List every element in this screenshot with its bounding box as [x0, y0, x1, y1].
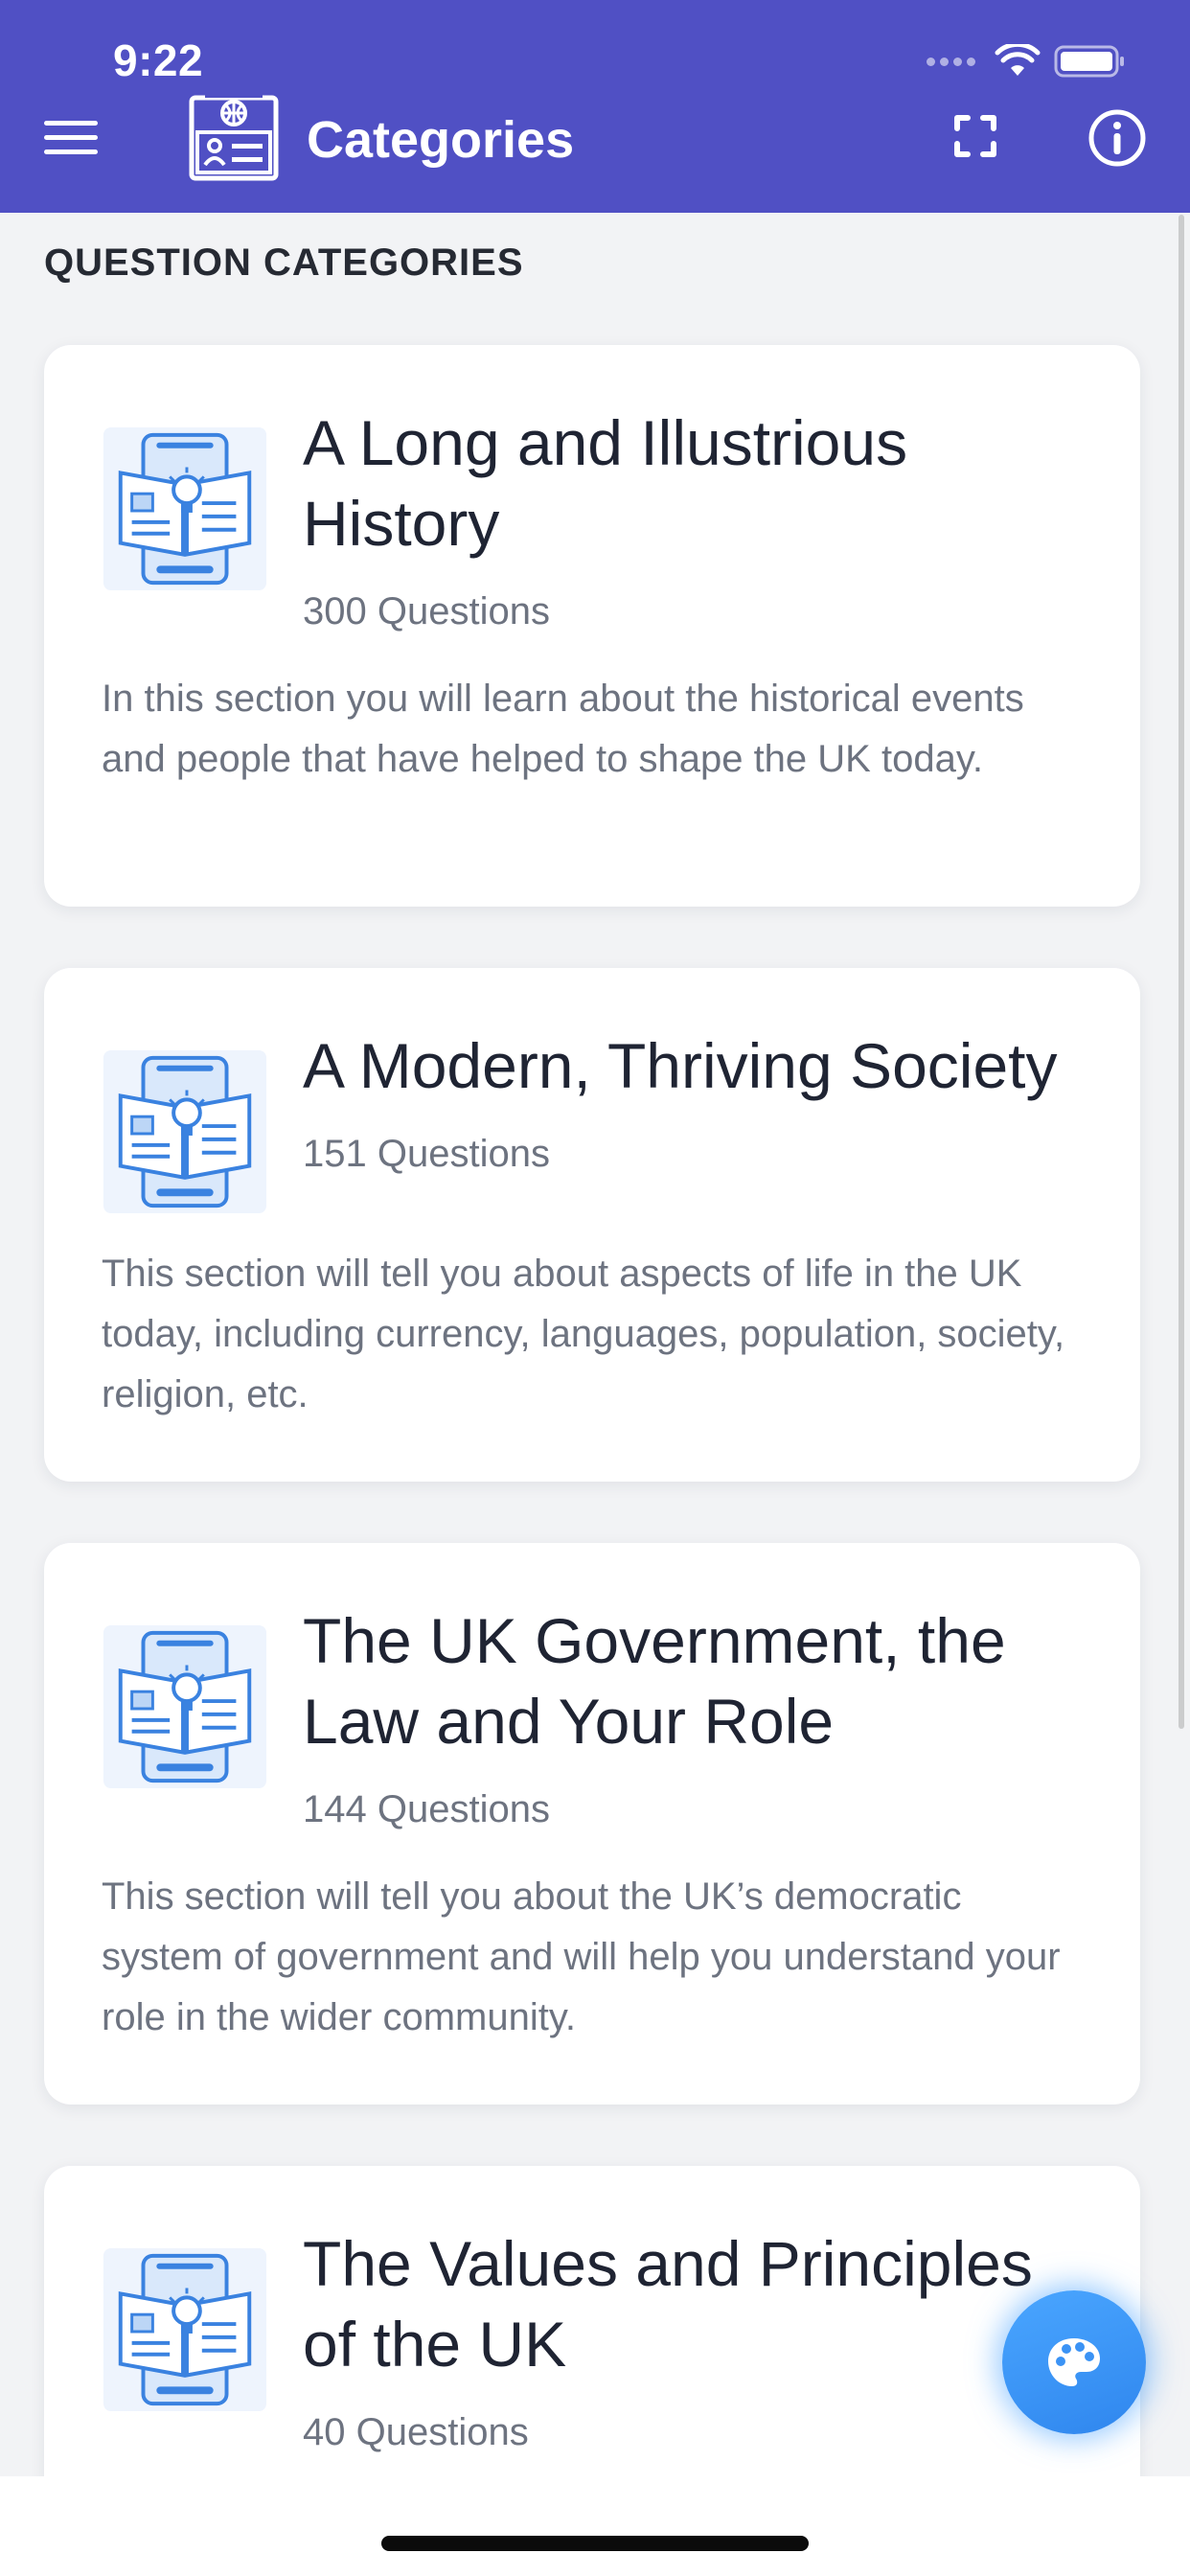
- category-question-count: 40 Questions: [303, 2411, 529, 2453]
- category-description: This section will tell you about the UK’…: [102, 1875, 1061, 2038]
- signal-icon: [927, 57, 975, 66]
- category-card[interactable]: A Modern, Thriving Society 151 Questions…: [44, 968, 1140, 1482]
- status-time: 9:22: [113, 35, 204, 85]
- wifi-icon: [995, 44, 1041, 76]
- scrollbar[interactable]: [1179, 215, 1184, 1729]
- book-lightbulb-icon: [103, 426, 267, 591]
- home-indicator-area: [0, 2476, 1190, 2576]
- home-indicator[interactable]: [381, 2536, 809, 2551]
- category-description: This section will tell you about aspects…: [102, 1253, 1065, 1415]
- book-lightbulb-icon: [103, 2247, 267, 2412]
- section-heading: QUESTION CATEGORIES: [44, 242, 524, 284]
- menu-button[interactable]: [42, 109, 100, 167]
- category-title: The Values and Principles of the UK: [303, 2228, 1033, 2380]
- category-title: A Long and Illustrious History: [303, 407, 908, 559]
- page-title: Categories: [307, 111, 575, 169]
- category-question-count: 300 Questions: [303, 590, 550, 632]
- palette-icon: [1048, 2338, 1100, 2386]
- category-question-count: 151 Questions: [303, 1133, 550, 1175]
- book-lightbulb-icon: [103, 1624, 267, 1789]
- category-card[interactable]: A Long and Illustrious History 300 Quest…: [44, 345, 1140, 907]
- battery-icon: [1054, 45, 1124, 78]
- fullscreen-icon: [954, 115, 996, 157]
- status-icons: [927, 42, 1127, 80]
- theme-palette-button[interactable]: [1002, 2290, 1146, 2434]
- hamburger-menu-icon: [44, 121, 98, 154]
- fullscreen-button[interactable]: [947, 107, 1004, 165]
- app-header: 9:22 Categories: [0, 0, 1190, 213]
- citizenship-id-card-icon: [189, 90, 279, 181]
- category-question-count: 144 Questions: [303, 1788, 550, 1830]
- info-icon: [1088, 109, 1146, 167]
- category-description: In this section you will learn about the…: [102, 678, 1024, 780]
- category-title: The UK Government, the Law and Your Role: [303, 1605, 1006, 1757]
- book-lightbulb-icon: [103, 1049, 267, 1214]
- category-card[interactable]: The UK Government, the Law and Your Role…: [44, 1543, 1140, 2104]
- category-title: A Modern, Thriving Society: [303, 1030, 1058, 1101]
- info-button[interactable]: [1087, 107, 1148, 169]
